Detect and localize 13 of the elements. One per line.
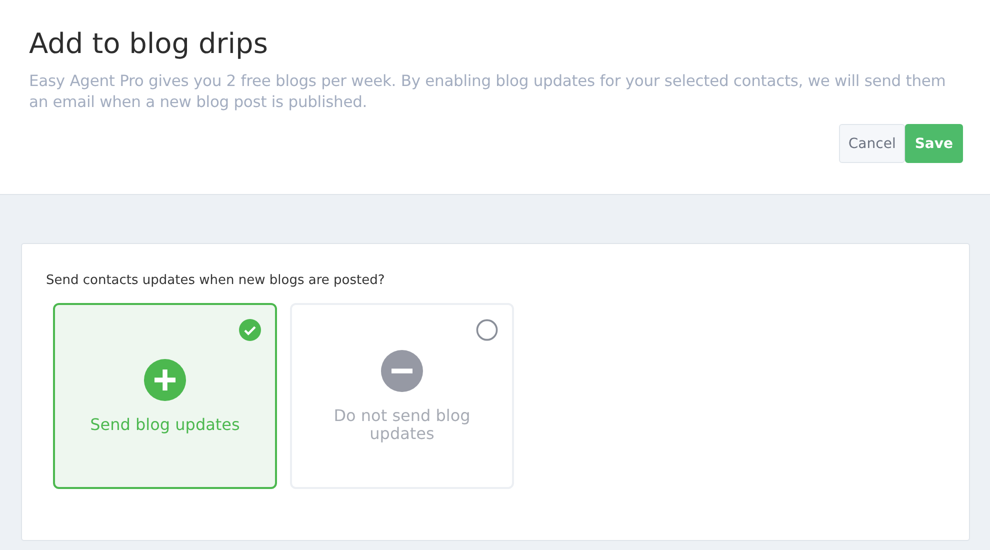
page-title: Add to blog drips: [29, 26, 269, 62]
question-label: Send contacts updates when new blogs are posted?: [46, 273, 385, 288]
check-icon: [239, 319, 261, 341]
option-card[interactable]: Send blog updates: [53, 303, 277, 489]
radio-icon: [476, 319, 498, 341]
option-card[interactable]: Do not send blog updates: [290, 303, 514, 489]
description: Easy Agent Pro gives you 2 free blogs per week. By enabling blog updates for your selected contacts, we will send them an email when a new blog post is published.: [29, 71, 947, 113]
plus-icon: [144, 358, 186, 400]
option-label: Send blog updates: [90, 416, 240, 434]
cancel-button[interactable]: Cancel: [839, 124, 905, 163]
option-label: Do not send blog updates: [332, 406, 472, 442]
save-button[interactable]: Save: [904, 124, 963, 163]
minus-icon: [381, 350, 423, 392]
